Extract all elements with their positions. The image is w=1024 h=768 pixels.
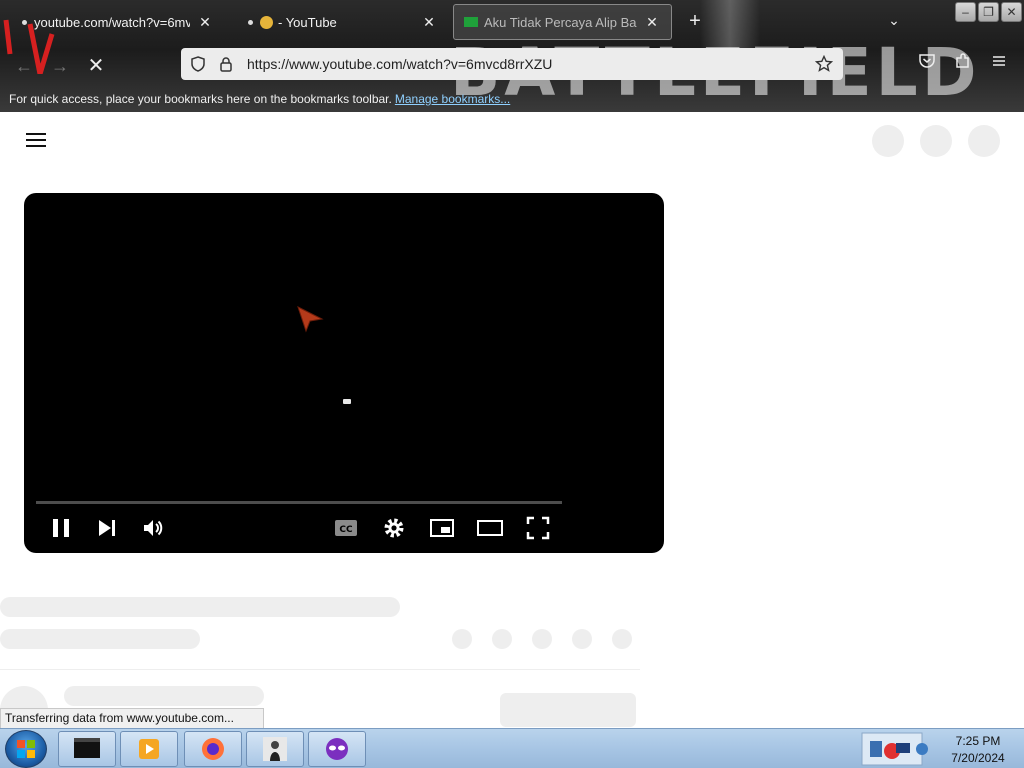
tab-title: Aku Tidak Percaya Alip Ba [484, 14, 637, 30]
fullscreen-icon[interactable] [525, 515, 551, 541]
close-window-button[interactable]: ✕ [1001, 2, 1022, 22]
tab-close-icon[interactable]: ✕ [420, 13, 438, 31]
pause-button[interactable] [48, 515, 74, 541]
url-text[interactable]: https://www.youtube.com/watch?v=6mvcd8rr… [247, 56, 807, 72]
divider [0, 669, 640, 670]
action-skeleton [492, 629, 512, 649]
tab-list-chevron-icon[interactable]: ⌄ [884, 12, 904, 32]
theater-mode-icon[interactable] [477, 515, 503, 541]
svg-text:CC: CC [339, 525, 353, 535]
shield-icon[interactable] [187, 53, 209, 75]
action-skeleton [532, 629, 552, 649]
loading-indicator [343, 399, 351, 404]
firefox-icon[interactable] [184, 731, 242, 767]
bookmarks-toolbar: For quick access, place your bookmarks h… [0, 88, 1024, 110]
pocket-icon[interactable] [916, 52, 938, 74]
tab-active[interactable]: Aku Tidak Percaya Alip Ba ✕ [453, 4, 672, 40]
tab-loading-dot [22, 19, 27, 25]
new-tab-button[interactable]: + [684, 10, 706, 32]
tab-close-icon[interactable]: ✕ [196, 13, 214, 31]
start-button[interactable] [5, 730, 47, 768]
toolbar-right [916, 52, 1010, 74]
miniplayer-icon[interactable] [429, 515, 455, 541]
tab-close-icon[interactable]: ✕ [643, 13, 661, 31]
action-skeleton [572, 629, 592, 649]
tab-youtube-url[interactable]: youtube.com/watch?v=6mvcd8 ✕ [12, 4, 224, 40]
meta-skeleton [0, 629, 200, 649]
tab-youtube[interactable]: - YouTube ✕ [238, 4, 448, 40]
hamburger-menu-icon[interactable] [988, 52, 1010, 74]
photo-icon[interactable] [246, 731, 304, 767]
media-player-icon[interactable] [120, 731, 178, 767]
tab-loading-dot [248, 19, 253, 25]
navigation-toolbar: ← → ✕ https://www.youtube.com/watch?v=6m… [0, 44, 1024, 86]
bookmarks-message: For quick access, place your bookmarks h… [9, 92, 392, 106]
action-skeleton [612, 629, 632, 649]
progress-bar[interactable] [36, 501, 562, 504]
header-skeleton-circle [968, 125, 1000, 157]
lock-icon[interactable] [215, 53, 237, 75]
subscribe-skeleton [500, 693, 636, 727]
tab-title: youtube.com/watch?v=6mvcd8 [34, 14, 190, 30]
action-skeleton [452, 629, 472, 649]
restore-button[interactable]: ❐ [978, 2, 999, 22]
forward-button[interactable]: → [46, 52, 74, 80]
guide-menu-icon[interactable] [24, 128, 48, 152]
minimize-button[interactable]: – [955, 2, 976, 22]
emoji-favicon-icon [260, 15, 273, 29]
volume-icon[interactable] [140, 515, 166, 541]
header-skeleton-circle [920, 125, 952, 157]
tab-favicon-icon [464, 17, 478, 27]
taskbar: 7:25 PM 7/20/2024 [0, 728, 1024, 768]
bookmark-star-icon[interactable] [813, 53, 835, 75]
stop-loading-button[interactable]: ✕ [82, 52, 110, 80]
clock-time[interactable]: 7:25 PM [938, 734, 1018, 748]
video-player[interactable]: CC [24, 193, 664, 553]
captions-icon[interactable]: CC [333, 515, 359, 541]
channel-skeleton [64, 686, 264, 706]
mask-app-icon[interactable] [308, 731, 366, 767]
url-bar[interactable]: https://www.youtube.com/watch?v=6mvcd8rr… [181, 48, 843, 80]
title-skeleton [0, 597, 400, 617]
header-skeleton-circle [872, 125, 904, 157]
tab-strip: youtube.com/watch?v=6mvcd8 ✕ - YouTube ✕… [0, 0, 1024, 44]
status-bar: Transferring data from www.youtube.com..… [0, 708, 264, 729]
next-button[interactable] [94, 515, 120, 541]
clock-date[interactable]: 7/20/2024 [938, 751, 1018, 765]
extensions-icon[interactable] [952, 52, 974, 74]
cursor-arrow-icon [297, 306, 324, 333]
tray-icons[interactable] [848, 729, 938, 768]
browser-chrome: BATTLEFIELD youtube.com/watch?v=6mvcd8 ✕… [0, 0, 1024, 112]
window-controls: – ❐ ✕ [955, 2, 1022, 22]
tab-title: - YouTube [278, 14, 337, 30]
manage-bookmarks-link[interactable]: Manage bookmarks... [395, 92, 510, 106]
back-button[interactable]: ← [10, 52, 38, 80]
terminal-icon[interactable] [58, 731, 116, 767]
settings-gear-icon[interactable] [381, 515, 407, 541]
